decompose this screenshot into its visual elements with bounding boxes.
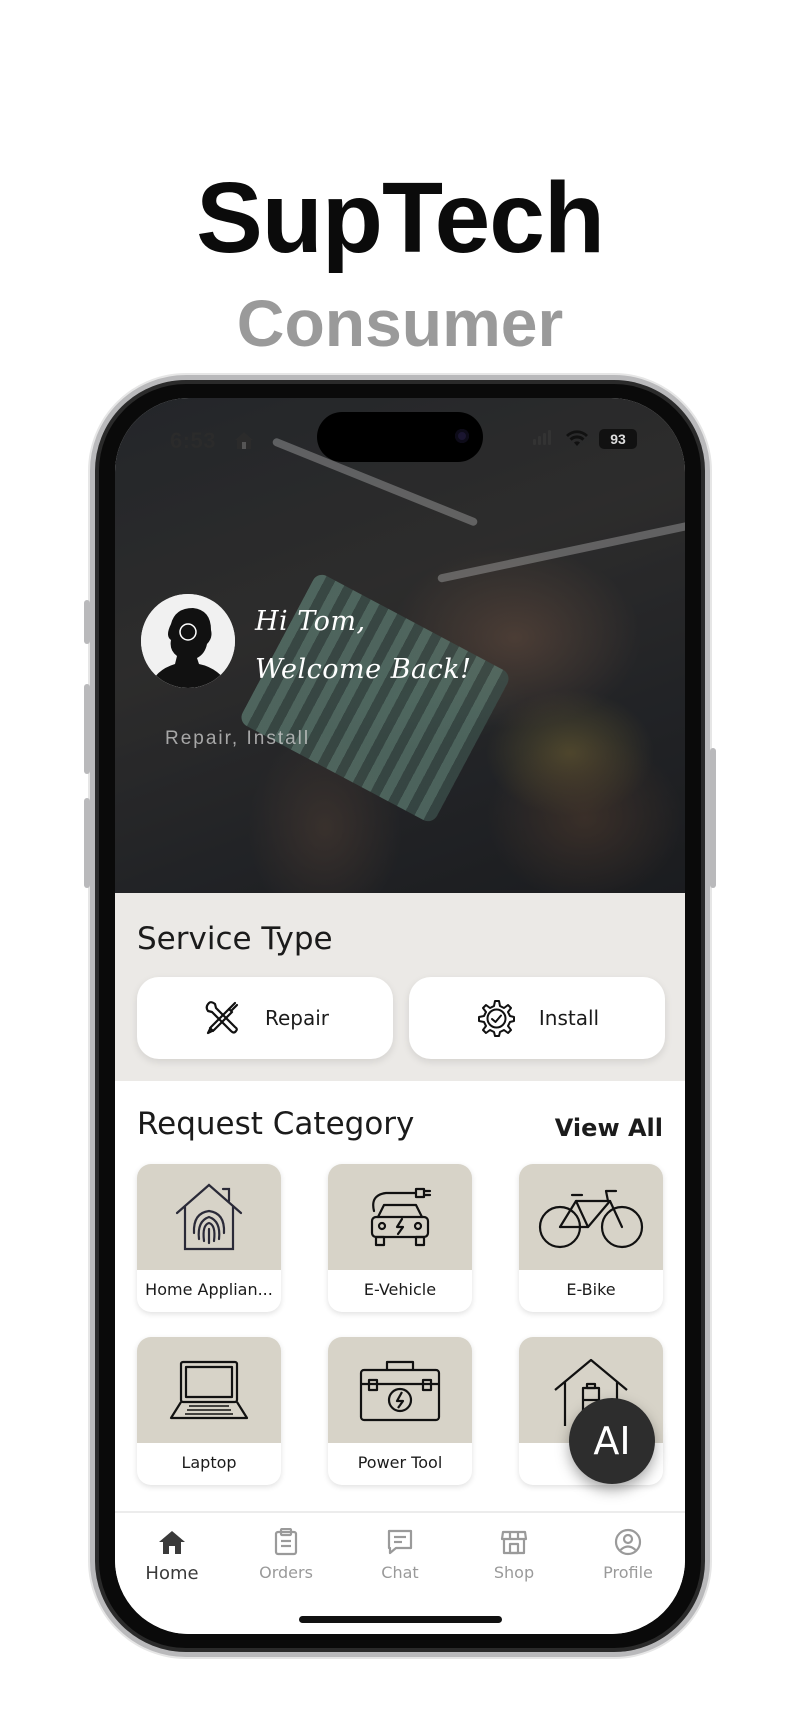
marketing-title: SupTech xyxy=(196,162,605,274)
dynamic-island xyxy=(317,412,483,462)
tab-orders[interactable]: Orders xyxy=(229,1527,343,1582)
tab-label: Home xyxy=(145,1563,199,1584)
wrench-screwdriver-icon xyxy=(201,997,243,1039)
greeting-line-2: Welcome Back! xyxy=(255,654,472,685)
camera-icon xyxy=(455,429,469,443)
install-button[interactable]: Install xyxy=(409,977,665,1059)
shop-icon xyxy=(500,1528,528,1556)
tab-label: Orders xyxy=(259,1563,313,1582)
category-card-e-bike[interactable]: E-Bike xyxy=(519,1164,663,1312)
status-bar: 6:53 93 xyxy=(115,412,685,462)
repair-label: Repair xyxy=(264,1006,330,1030)
home-icon xyxy=(158,1529,186,1555)
marketing-subtitle: Consumer xyxy=(236,286,564,360)
category-label: Home Applian... xyxy=(145,1280,273,1299)
toolbox-icon xyxy=(355,1350,445,1430)
view-all-link[interactable]: View All xyxy=(555,1114,663,1142)
electric-car-icon xyxy=(360,1177,440,1257)
volume-up-button xyxy=(84,684,90,774)
category-label: Laptop xyxy=(181,1453,237,1472)
laptop-icon xyxy=(167,1350,251,1430)
home-status-icon xyxy=(232,429,256,456)
category-card-e-vehicle[interactable]: E-Vehicle xyxy=(328,1164,472,1312)
category-card-laptop[interactable]: Laptop xyxy=(137,1337,281,1485)
gear-check-icon xyxy=(475,997,517,1039)
category-label: E-Vehicle xyxy=(363,1280,437,1299)
category-image xyxy=(137,1337,281,1443)
clipboard-icon xyxy=(273,1528,299,1556)
category-label: E-Bike xyxy=(566,1280,616,1299)
greeting-line-1: Hi Tom, xyxy=(255,606,366,637)
repair-button[interactable]: Repair xyxy=(137,977,393,1059)
app-screen: 6:53 93 Hi Tom, Welcome Back! Repair, In… xyxy=(115,398,685,1634)
category-card-power-tool[interactable]: Power Tool xyxy=(328,1337,472,1485)
tab-shop[interactable]: Shop xyxy=(457,1527,571,1582)
category-image xyxy=(137,1164,281,1270)
welcome-greeting: Hi Tom, Welcome Back! xyxy=(255,598,471,694)
status-time: 6:53 xyxy=(170,428,217,453)
profile-icon xyxy=(614,1528,642,1556)
category-card-home-appliance[interactable]: Home Applian... xyxy=(137,1164,281,1312)
bicycle-icon xyxy=(536,1177,646,1257)
category-image xyxy=(519,1164,663,1270)
silent-switch xyxy=(84,600,90,644)
avatar[interactable] xyxy=(141,594,235,688)
install-label: Install xyxy=(538,1006,600,1030)
tab-label: Shop xyxy=(493,1563,535,1582)
request-category-title: Request Category xyxy=(137,1106,415,1142)
volume-down-button xyxy=(84,798,90,888)
tab-label: Profile xyxy=(603,1563,653,1582)
house-fingerprint-icon xyxy=(169,1177,249,1257)
tab-profile[interactable]: Profile xyxy=(571,1527,685,1582)
category-image xyxy=(328,1164,472,1270)
chat-icon xyxy=(386,1528,414,1556)
category-label: Power Tool xyxy=(357,1453,443,1472)
wifi-icon xyxy=(565,430,589,453)
battery-indicator: 93 xyxy=(599,429,637,449)
category-image xyxy=(328,1337,472,1443)
header-tagline: Repair, Install xyxy=(165,728,311,749)
service-type-title: Service Type xyxy=(137,921,333,957)
tab-home[interactable]: Home xyxy=(115,1527,229,1584)
power-button xyxy=(710,748,716,888)
tab-chat[interactable]: Chat xyxy=(343,1527,457,1582)
cellular-signal-icon xyxy=(533,430,551,445)
home-indicator[interactable] xyxy=(299,1616,502,1623)
tab-label: Chat xyxy=(381,1563,419,1582)
ai-assistant-button[interactable]: AI xyxy=(569,1398,655,1484)
service-type-section: Service Type Repair Install xyxy=(115,893,685,1081)
